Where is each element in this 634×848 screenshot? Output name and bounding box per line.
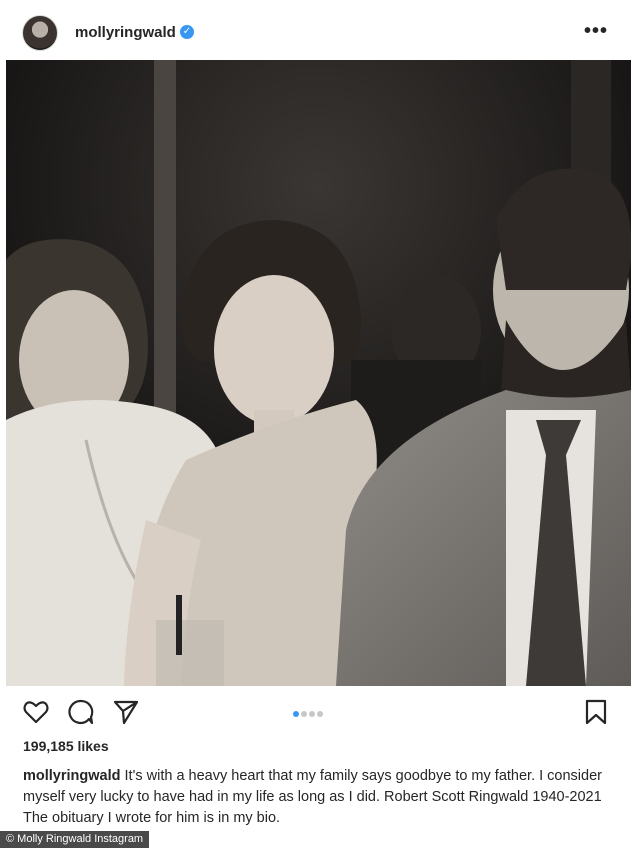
likes-count[interactable]: 199,185 likes [23,738,109,754]
more-options-icon[interactable]: ••• [584,20,608,43]
comment-icon[interactable] [67,698,95,726]
bookmark-icon[interactable] [582,698,610,726]
carousel-dot [309,711,315,717]
verified-badge-icon: ✓ [180,25,194,39]
caption-username[interactable]: mollyringwald [23,768,121,784]
heart-icon[interactable] [22,698,50,726]
post-caption: mollyringwald It's with a heavy heart th… [23,766,608,829]
post-photo[interactable] [6,60,631,686]
carousel-indicator [293,704,325,722]
carousel-dot-active [293,711,299,717]
carousel-dot [317,711,323,717]
post-username[interactable]: mollyringwald [75,24,176,41]
photo-credit: © Molly Ringwald Instagram [0,831,150,848]
avatar[interactable] [22,15,58,51]
post-header: mollyringwald ✓ ••• [0,0,634,60]
carousel-dot [301,711,307,717]
pillar [154,60,176,420]
share-icon[interactable] [112,698,140,726]
